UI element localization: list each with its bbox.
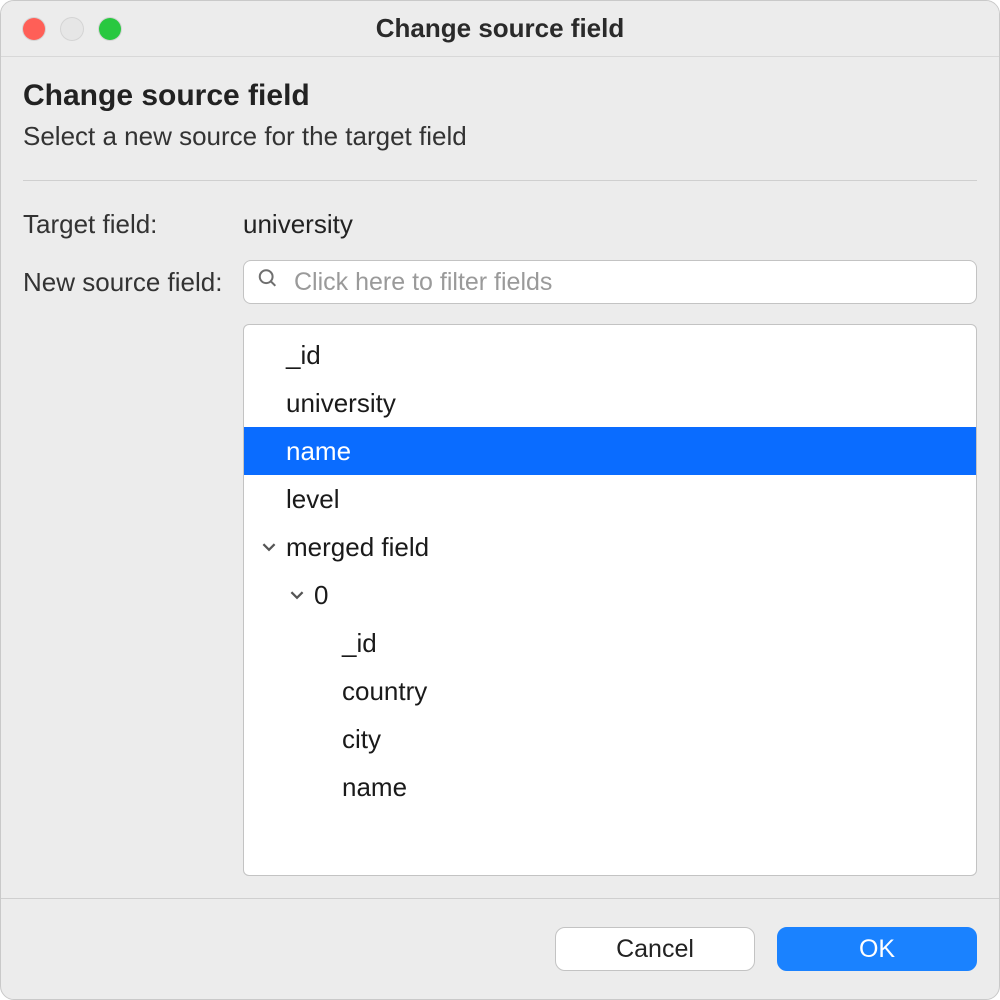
tree-item-label: level (286, 484, 339, 515)
tree-item-label: merged field (286, 532, 429, 563)
header: Change source field Select a new source … (23, 79, 977, 170)
tree-item-label: 0 (314, 580, 328, 611)
target-field-label: Target field: (23, 209, 243, 240)
tree-item-label: _id (342, 628, 377, 659)
tree-leaf[interactable]: university (244, 379, 976, 427)
close-icon[interactable] (23, 18, 45, 40)
ok-button[interactable]: OK (777, 927, 977, 971)
page-title: Change source field (23, 79, 977, 113)
tree-item-label: university (286, 388, 396, 419)
tree-leaf[interactable]: name (244, 427, 976, 475)
source-field-tree-container: _id university name level merged field 0 _idco… (243, 324, 977, 876)
tree-item-label: name (286, 436, 351, 467)
source-field-tree[interactable]: _id university name level merged field 0 _idco… (244, 325, 976, 875)
source-field-tree-scroll: _id university name level merged field 0 _idco… (243, 324, 977, 876)
tree-item-label: country (342, 676, 427, 707)
tree-leaf[interactable]: name (244, 763, 976, 811)
tree-leaf[interactable]: level (244, 475, 976, 523)
filter-fields-input[interactable] (243, 260, 977, 304)
cancel-button[interactable]: Cancel (555, 927, 755, 971)
tree-leaf[interactable]: country (244, 667, 976, 715)
tree-item-label: name (342, 772, 407, 803)
minimize-icon[interactable] (61, 18, 83, 40)
dialog-content: Change source field Select a new source … (1, 57, 999, 876)
tree-item-label: _id (286, 340, 321, 371)
dialog-footer: Cancel OK (1, 898, 999, 999)
tree-item-label: city (342, 724, 381, 755)
new-source-row: New source field: (23, 260, 977, 304)
tree-node[interactable]: 0 (244, 571, 976, 619)
new-source-label: New source field: (23, 267, 243, 298)
page-subtitle: Select a new source for the target field (23, 121, 977, 152)
window-title: Change source field (376, 13, 625, 44)
traffic-lights (23, 18, 121, 40)
tree-node[interactable]: merged field (244, 523, 976, 571)
search-icon (257, 268, 279, 297)
search-field-wrap (243, 260, 977, 304)
titlebar: Change source field (1, 1, 999, 57)
tree-leaf[interactable]: _id (244, 619, 976, 667)
tree-leaf[interactable]: city (244, 715, 976, 763)
target-field-value: university (243, 209, 977, 240)
target-field-row: Target field: university (23, 209, 977, 240)
dialog-window: Change source field Change source field … (0, 0, 1000, 1000)
chevron-down-icon[interactable] (286, 584, 308, 606)
chevron-down-icon[interactable] (258, 536, 280, 558)
divider (23, 180, 977, 181)
tree-leaf[interactable]: _id (244, 331, 976, 379)
maximize-icon[interactable] (99, 18, 121, 40)
